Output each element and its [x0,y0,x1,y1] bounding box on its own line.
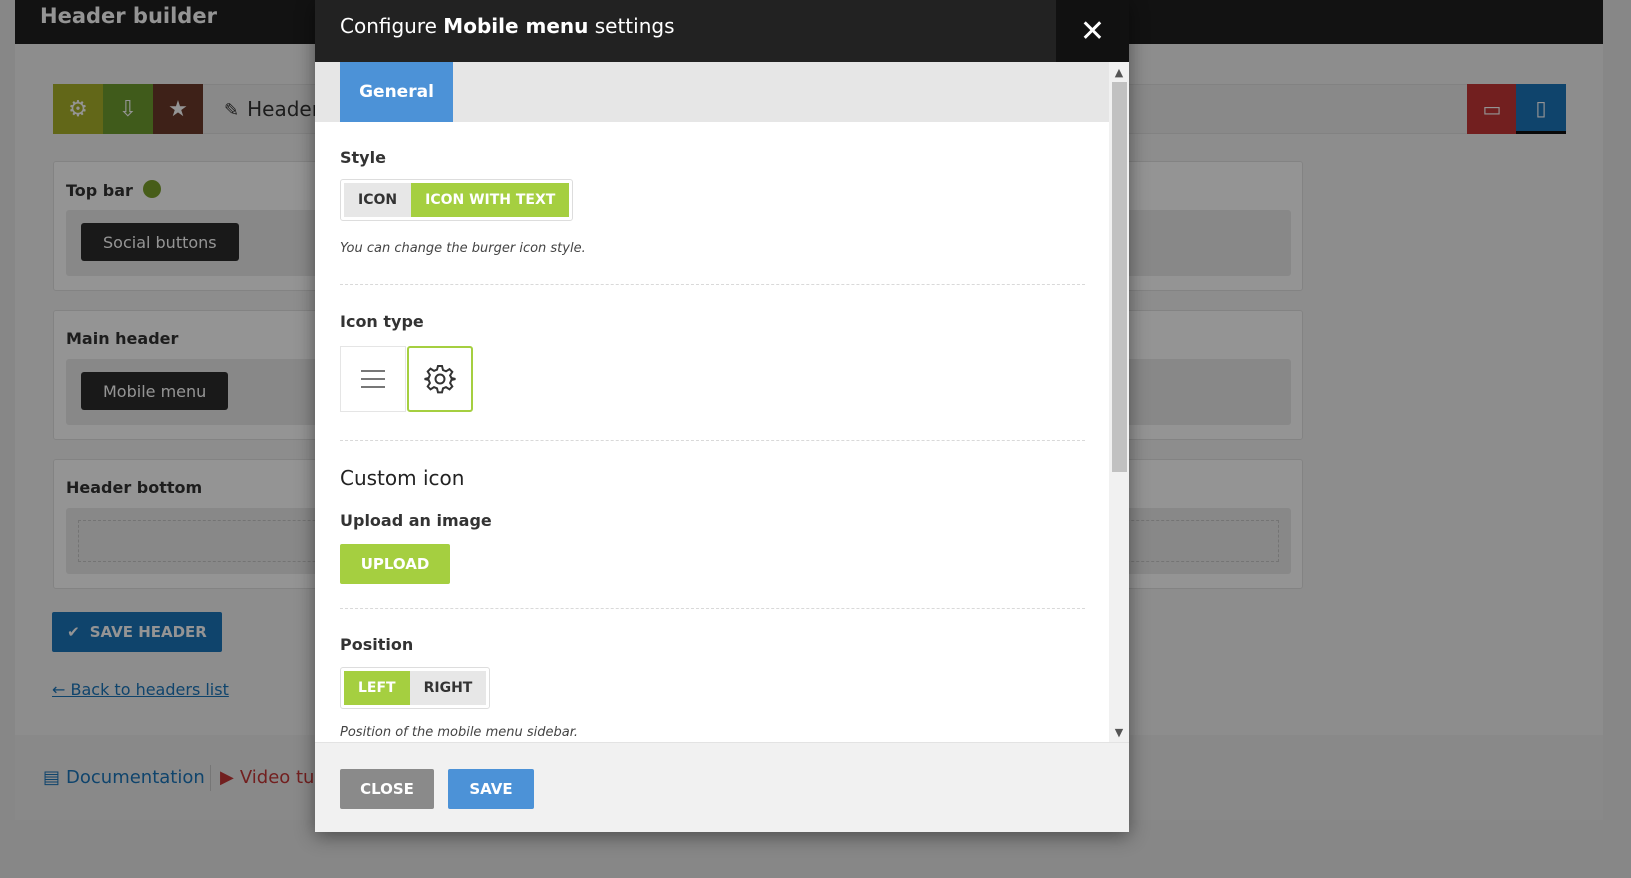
icon-type-gear[interactable] [407,346,473,412]
dialog-footer: CLOSE SAVE [315,742,1129,832]
dialog-title: Configure Mobile menu settings [340,14,675,38]
dialog-tabs: General [315,62,1109,122]
divider [340,440,1085,441]
dialog-header: Configure Mobile menu settings ✕ [315,0,1129,62]
save-button[interactable]: SAVE [448,769,534,809]
scroll-up-icon[interactable]: ▲ [1109,62,1129,82]
position-option-left[interactable]: LEFT [344,671,410,705]
hamburger-icon [361,370,385,388]
custom-icon-title: Custom icon [340,466,465,490]
style-toggle: ICON ICON WITH TEXT [340,179,574,221]
dialog-scrollbar[interactable]: ▲ ▼ [1109,62,1129,742]
close-button[interactable]: CLOSE [340,769,434,809]
mobile-menu-settings-dialog: Configure Mobile menu settings ✕ General… [315,0,1129,832]
gear-icon [424,365,456,394]
position-hint: Position of the mobile menu sidebar. [340,725,578,740]
style-hint: You can change the burger icon style. [340,241,586,256]
divider [340,284,1085,285]
style-option-icon[interactable]: ICON [344,183,412,217]
dialog-body: Style ICON ICON WITH TEXT You can change… [315,122,1109,742]
upload-button[interactable]: UPLOAD [340,544,450,584]
upload-image-label: Upload an image [340,511,492,530]
style-option-icon-with-text[interactable]: ICON WITH TEXT [411,183,570,217]
position-option-right[interactable]: RIGHT [409,671,487,705]
position-toggle: LEFT RIGHT [340,667,491,709]
icon-type-hamburger[interactable] [340,346,406,412]
close-icon[interactable]: ✕ [1056,0,1129,62]
icon-type-label: Icon type [340,312,424,331]
scrollbar-thumb[interactable] [1112,82,1127,472]
scroll-down-icon[interactable]: ▼ [1109,722,1129,742]
tab-general[interactable]: General [340,62,453,122]
divider [340,608,1085,609]
position-label: Position [340,635,414,654]
style-label: Style [340,148,386,167]
